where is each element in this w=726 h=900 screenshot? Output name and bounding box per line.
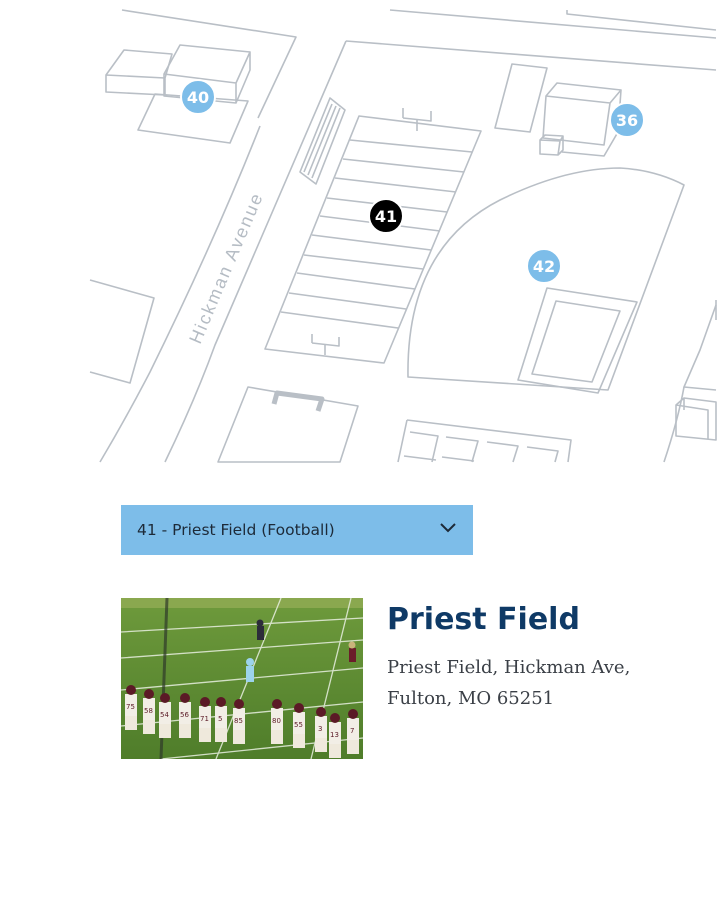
goalpost [402,108,432,131]
marker-42[interactable]: 42 [526,248,562,284]
jersey-number: 75 [126,703,135,711]
location-title: Priest Field [387,602,580,637]
location-select[interactable]: 41 - Priest Field (Football) [121,505,473,555]
location-address: Priest Field, Hickman Ave, Fulton, MO 65… [387,652,630,714]
location-photo: 75 58 54 56 71 5 85 80 55 3 13 7 [121,598,363,759]
chevron-down-icon [439,521,457,539]
campus-map[interactable]: Hickman Avenue 40 36 41 42 [0,0,726,470]
building [683,304,717,391]
road-edge [99,125,261,463]
marker-42-label: 42 [533,257,555,276]
jersey-number: 5 [218,715,222,723]
jersey-number: 58 [144,707,153,715]
jersey-number: 85 [234,717,243,725]
marker-36[interactable]: 36 [609,102,645,138]
building [89,279,155,384]
building [217,386,359,463]
street-label: Hickman Avenue [185,189,267,347]
jersey-number: 55 [294,721,303,729]
marker-41-label: 41 [375,207,397,226]
jersey-number: 71 [200,715,209,723]
parking-lot [397,419,572,463]
jersey-number: 56 [180,711,189,719]
goalpost [311,334,340,355]
marker-40-label: 40 [187,88,209,107]
jersey-number: 7 [350,727,354,735]
jersey-number: 3 [318,725,322,733]
jersey-number: 54 [160,711,169,719]
marker-40[interactable]: 40 [180,79,216,115]
location-select-value: 41 - Priest Field (Football) [137,521,335,539]
stadium-42-field-inner [531,300,621,383]
building [494,63,548,133]
building [675,397,717,441]
address-line-1: Priest Field, Hickman Ave, [387,657,631,678]
marker-36-label: 36 [616,111,638,130]
yard-lines [280,139,473,329]
gate [271,390,325,412]
parking-spaces [403,431,559,463]
jersey-number: 13 [330,731,339,739]
jersey-number: 80 [272,717,281,725]
building-40 [105,49,173,96]
address-line-2: Fulton, MO 65251 [387,688,555,709]
marker-41[interactable]: 41 [368,198,404,234]
